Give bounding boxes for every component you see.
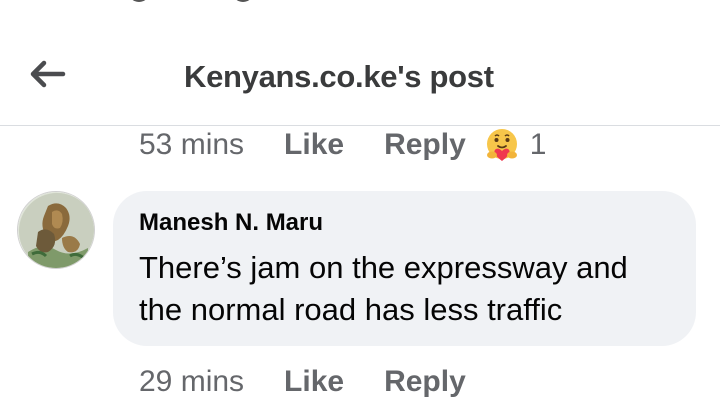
- care-reaction-icon[interactable]: [484, 127, 520, 163]
- comment-author[interactable]: Manesh N. Maru: [139, 209, 670, 237]
- post-comments-page: Kenyans.co.ke's post 53 mins Like Reply …: [0, 0, 720, 415]
- comment-actions: 29 mins Like Reply: [139, 362, 506, 402]
- page-title: Kenyans.co.ke's post: [184, 59, 494, 94]
- comment-timestamp: 53 mins: [139, 128, 245, 161]
- header: Kenyans.co.ke's post: [0, 30, 720, 126]
- comment-bubble[interactable]: Manesh N. Maru There’s jam on the expres…: [113, 191, 696, 346]
- reaction-count[interactable]: 1: [530, 128, 547, 162]
- status-bar: [0, 0, 720, 8]
- status-icon: [232, 0, 254, 2]
- comment-timestamp: 29 mins: [139, 365, 245, 398]
- arrow-left-icon: [30, 60, 66, 88]
- like-button[interactable]: Like: [284, 128, 344, 162]
- avatar[interactable]: [17, 191, 95, 269]
- reply-button[interactable]: Reply: [384, 365, 466, 399]
- avatar-image: [18, 192, 94, 268]
- status-icon: [128, 0, 150, 2]
- previous-comment-actions: 53 mins Like Reply 1: [139, 125, 546, 165]
- like-button[interactable]: Like: [284, 365, 344, 399]
- reply-button[interactable]: Reply: [384, 128, 466, 162]
- comment-text: There’s jam on the expressway and the no…: [139, 250, 628, 327]
- back-button[interactable]: [26, 52, 70, 96]
